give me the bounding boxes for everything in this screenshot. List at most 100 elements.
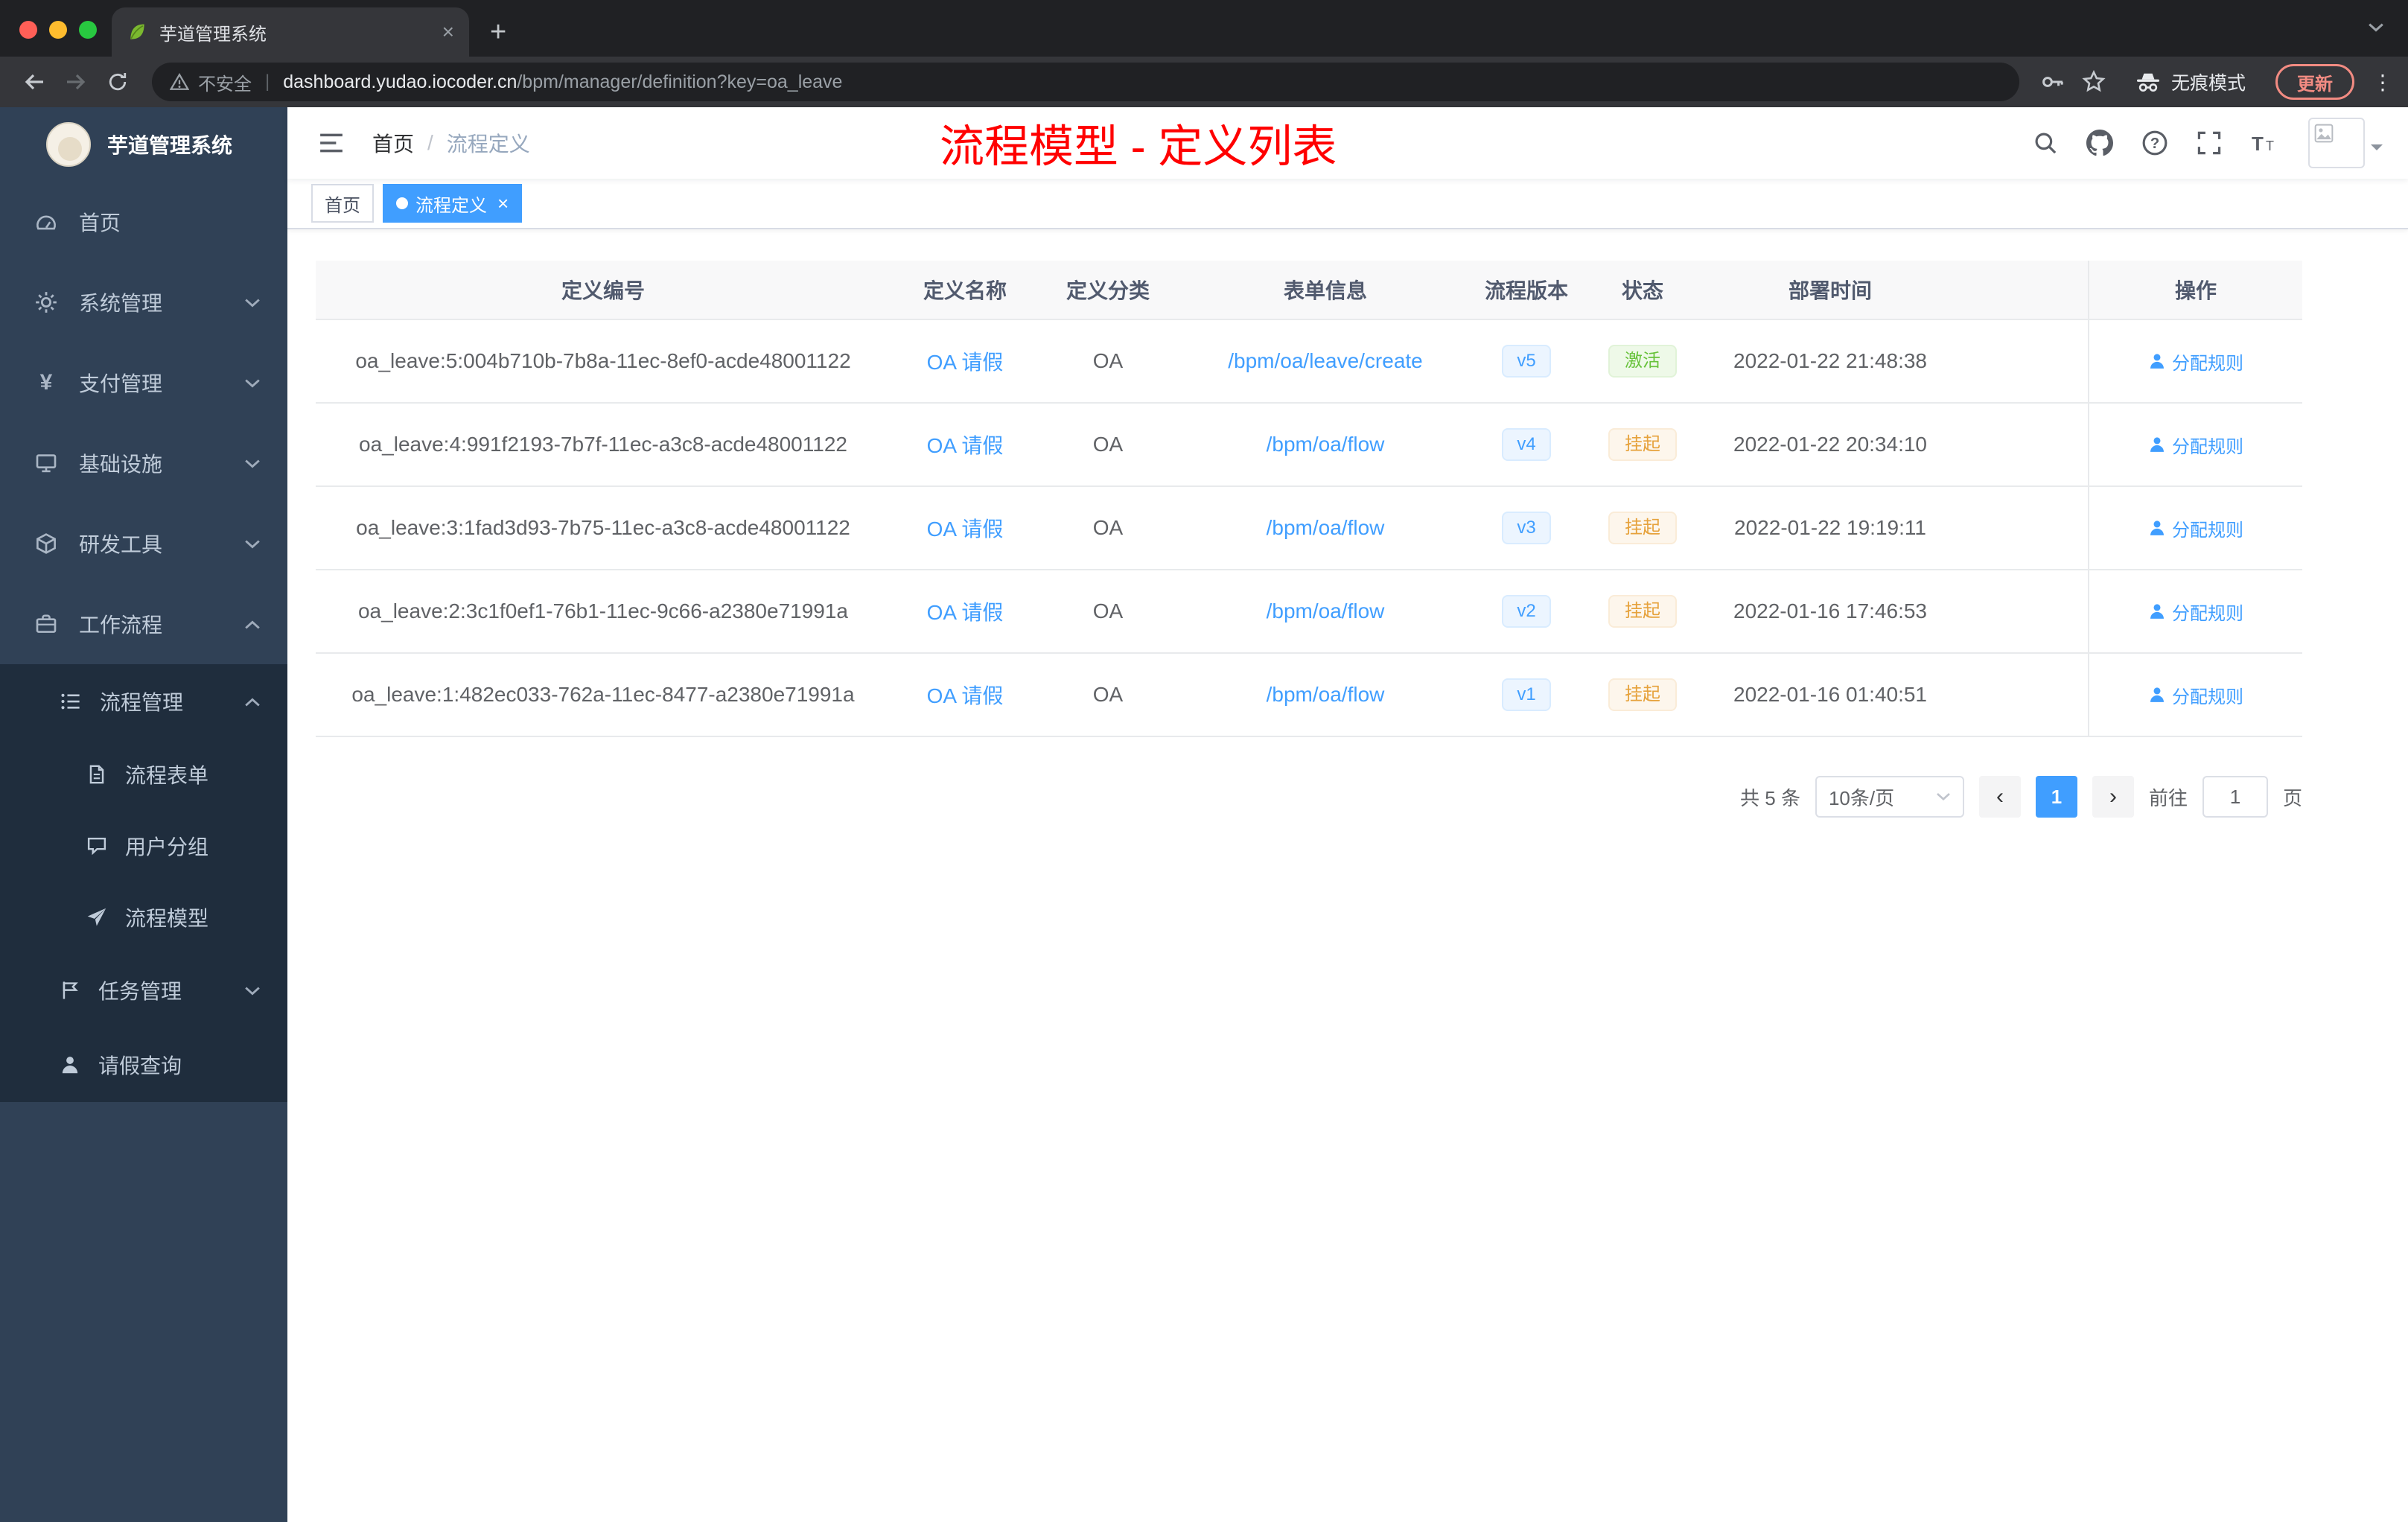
briefcase-icon	[34, 613, 58, 635]
deploy-time: 2022-01-16 17:46:53	[1733, 599, 1927, 623]
browser-tab-strip: 芋道管理系统 × +	[0, 0, 2408, 57]
chat-bubble-icon	[86, 835, 107, 856]
search-icon[interactable]	[2030, 127, 2061, 159]
sidebar-item-process-form[interactable]: 流程表单	[0, 739, 287, 810]
definition-name-link[interactable]: OA 请假	[927, 680, 1004, 710]
table-header: 定义编号 定义名称 定义分类 表单信息 流程版本 状态 部署时间 操作	[316, 261, 2302, 320]
form-link[interactable]: /bpm/oa/flow	[1267, 683, 1385, 707]
incognito-label: 无痕模式	[2170, 73, 2246, 94]
definition-name-link[interactable]: OA 请假	[927, 513, 1004, 543]
deploy-time: 2022-01-22 20:34:10	[1733, 433, 1927, 456]
avatar	[2308, 118, 2365, 168]
incognito-badge: 无痕模式	[2124, 64, 2258, 100]
sidebar-item-process-mgmt[interactable]: 流程管理	[0, 664, 287, 739]
chevron-up-icon	[244, 697, 261, 707]
form-link[interactable]: /bpm/oa/flow	[1267, 433, 1385, 456]
sidebar-item-workflow[interactable]: 工作流程	[0, 584, 287, 664]
forward-icon[interactable]	[57, 63, 95, 101]
tab-close-icon[interactable]: ×	[442, 22, 454, 42]
new-tab-button[interactable]: +	[490, 18, 506, 46]
page-number-button[interactable]: 1	[2035, 776, 2077, 818]
document-icon	[86, 764, 107, 785]
sidebar-item-system[interactable]: 系统管理	[0, 262, 287, 343]
address-bar[interactable]: 不安全 | dashboard.yudao.iocoder.cn/bpm/man…	[152, 63, 2019, 101]
table-row: oa_leave:3:1fad3d93-7b75-11ec-a3c8-acde4…	[316, 487, 2302, 570]
sidebar-item-label: 基础设施	[79, 453, 163, 476]
status-badge: 挂起	[1608, 428, 1677, 461]
prev-page-button[interactable]: ‹	[1978, 776, 2021, 818]
tag-close-icon[interactable]: ×	[497, 194, 509, 213]
window-minimize-button[interactable]	[49, 21, 67, 39]
definition-table: 定义编号 定义名称 定义分类 表单信息 流程版本 状态 部署时间 操作 oa_l…	[316, 261, 2302, 737]
window-close-button[interactable]	[19, 21, 37, 39]
page-content: 定义编号 定义名称 定义分类 表单信息 流程版本 状态 部署时间 操作 oa_l…	[287, 229, 2408, 1522]
sidebar-item-label: 首页	[79, 211, 121, 235]
status-badge: 挂起	[1608, 595, 1677, 628]
chevron-down-icon	[244, 378, 261, 389]
definition-category: OA	[1092, 349, 1124, 372]
column-header: 部署时间	[1788, 279, 1872, 302]
chrome-update-button[interactable]: 更新	[2275, 64, 2354, 100]
next-page-button[interactable]: ›	[2092, 776, 2134, 818]
sidebar-item-dev-tools[interactable]: 研发工具	[0, 503, 287, 584]
help-icon[interactable]: ?	[2138, 127, 2171, 159]
sidebar-item-task-mgmt[interactable]: 任务管理	[0, 953, 287, 1028]
form-link[interactable]: /bpm/oa/flow	[1267, 516, 1385, 540]
sidebar-item-leave-query[interactable]: 请假查询	[0, 1028, 287, 1102]
github-icon[interactable]	[2083, 127, 2116, 159]
reload-icon[interactable]	[98, 63, 137, 101]
definition-id: oa_leave:1:482ec033-762a-11ec-8477-a2380…	[351, 683, 855, 706]
sidebar-item-payment[interactable]: ¥ 支付管理	[0, 343, 287, 423]
svg-text:?: ?	[2150, 136, 2159, 152]
person-icon	[2148, 602, 2166, 620]
back-icon[interactable]	[15, 63, 54, 101]
sidebar-item-process-model[interactable]: 流程模型	[0, 882, 287, 953]
sidebar-item-user-group[interactable]: 用户分组	[0, 810, 287, 882]
assign-rule-link[interactable]: 分配规则	[2148, 432, 2243, 458]
logo-avatar	[46, 122, 91, 167]
form-link[interactable]: /bpm/oa/leave/create	[1228, 349, 1423, 373]
tag-process-definition[interactable]: 流程定义 ×	[383, 184, 523, 223]
password-key-icon[interactable]	[2040, 70, 2064, 94]
assign-rule-link[interactable]: 分配规则	[2148, 515, 2243, 541]
hamburger-icon[interactable]	[313, 126, 350, 160]
tag-home[interactable]: 首页	[311, 184, 374, 223]
browser-menu-icon[interactable]: ⋮	[2372, 70, 2393, 95]
breadcrumb-separator: /	[427, 131, 433, 154]
column-header: 定义名称	[923, 279, 1007, 302]
sidebar-item-infrastructure[interactable]: 基础设施	[0, 423, 287, 503]
screen: 芋道管理系统 × + 不安全 | dashboard.yudao.iocoder…	[0, 0, 2408, 1522]
sidebar-logo[interactable]: 芋道管理系统	[0, 107, 287, 182]
assign-rule-link[interactable]: 分配规则	[2148, 599, 2243, 625]
goto-label: 前往	[2148, 786, 2188, 809]
form-link[interactable]: /bpm/oa/flow	[1267, 599, 1385, 623]
definition-name-link[interactable]: OA 请假	[927, 430, 1004, 459]
font-size-icon[interactable]: TT	[2247, 128, 2280, 158]
definition-name-link[interactable]: OA 请假	[927, 346, 1004, 376]
security-label[interactable]: 不安全	[198, 69, 252, 95]
sidebar-item-label: 支付管理	[79, 372, 163, 395]
tab-search-chevron-icon[interactable]	[2368, 22, 2384, 33]
paper-plane-icon	[86, 907, 107, 928]
definition-id: oa_leave:4:991f2193-7b7f-11ec-a3c8-acde4…	[359, 433, 847, 456]
chevron-down-icon	[1936, 792, 1951, 801]
sidebar-item-label: 流程模型	[125, 907, 209, 930]
user-menu[interactable]	[2308, 118, 2383, 168]
page-unit-label: 页	[2282, 786, 2302, 809]
breadcrumb-home[interactable]: 首页	[372, 128, 414, 158]
assign-rule-link[interactable]: 分配规则	[2148, 348, 2243, 375]
sidebar-item-home[interactable]: 首页	[0, 182, 287, 262]
sidebar-item-label: 任务管理	[98, 980, 182, 1003]
definition-name-link[interactable]: OA 请假	[927, 596, 1004, 626]
fullscreen-icon[interactable]	[2194, 127, 2225, 159]
version-badge: v4	[1502, 428, 1551, 461]
page-size-select[interactable]: 10条/页	[1815, 776, 1964, 818]
goto-page-input[interactable]	[2202, 776, 2268, 818]
cube-icon	[34, 532, 58, 555]
status-badge: 激活	[1608, 345, 1677, 378]
window-zoom-button[interactable]	[79, 21, 97, 39]
favicon-leaf-icon	[127, 22, 147, 42]
bookmark-star-icon[interactable]	[2082, 70, 2106, 94]
assign-rule-link[interactable]: 分配规则	[2148, 682, 2243, 708]
browser-tab[interactable]: 芋道管理系统 ×	[112, 7, 469, 57]
